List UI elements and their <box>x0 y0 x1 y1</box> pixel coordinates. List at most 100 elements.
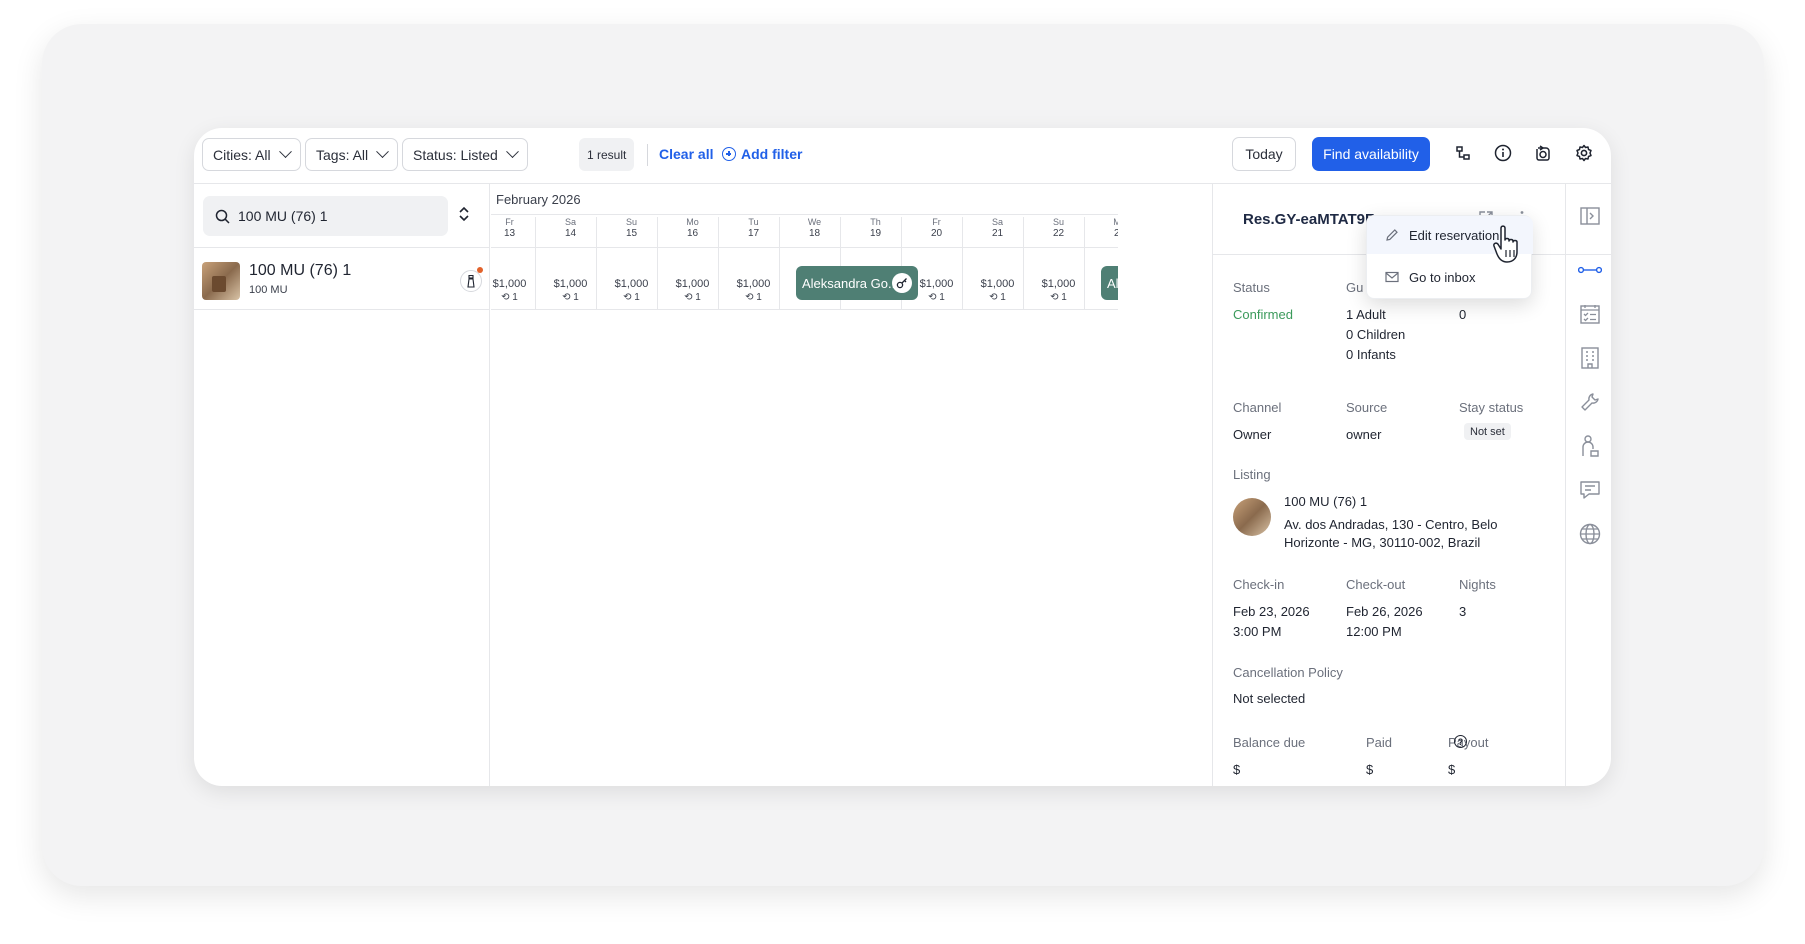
day-header: We 18 <box>779 217 849 247</box>
calendar-grid: February 2026 Fr 13 Sa 14 Su 15 Mo 16 Tu 17 W… <box>491 184 1118 786</box>
collapse-panel-icon[interactable] <box>1578 204 1602 228</box>
hierarchy-icon[interactable] <box>1452 142 1474 164</box>
listings-column: 100 MU (76) 1 100 MU (76) 1 100 MU <box>194 184 490 786</box>
listing-address-line-1: Av. dos Andradas, 130 - Centro, Belo <box>1284 517 1498 532</box>
find-availability-button[interactable]: Find availability <box>1312 137 1430 171</box>
divider <box>491 214 1118 215</box>
right-rail <box>1565 184 1611 786</box>
listing-subtitle: 100 MU <box>249 284 288 296</box>
listing-address-line-2: Horizonte - MG, 30110-002, Brazil <box>1284 535 1481 550</box>
status-value: Confirmed <box>1233 307 1293 322</box>
help-icon[interactable]: ? <box>1454 735 1467 748</box>
listing-row[interactable]: 100 MU (76) 1 100 MU <box>194 248 490 310</box>
info-icon[interactable] <box>1492 142 1514 164</box>
clear-all-link[interactable]: Clear all <box>659 146 713 162</box>
tags-filter[interactable]: Tags: All <box>305 138 399 171</box>
go-to-inbox-label: Go to inbox <box>1409 269 1476 285</box>
add-filter-button[interactable]: Add filter <box>722 146 802 162</box>
payout-value: $ <box>1448 762 1456 777</box>
checkin-label: Check-in <box>1233 577 1285 592</box>
day-header: Tu 17 <box>718 217 788 247</box>
status-filter[interactable]: Status: Listed <box>402 138 528 171</box>
guest-service-icon[interactable] <box>1578 434 1602 458</box>
day-header: Su 15 <box>596 217 666 247</box>
building-icon[interactable] <box>1578 346 1602 370</box>
tags-filter-label: Tags: All <box>316 146 369 163</box>
guests-extra-value: 0 <box>1459 307 1467 322</box>
filter-toolbar: Cities: All Tags: All Status: Listed 1 r… <box>194 128 1611 184</box>
cities-filter[interactable]: Cities: All <box>202 138 301 171</box>
reservation-timeline-icon[interactable] <box>1578 258 1602 282</box>
cancellation-value: Not selected <box>1233 691 1306 706</box>
calendar-cell[interactable]: $1,000 ⟲ 1 <box>718 248 788 310</box>
balance-value: $ <box>1233 762 1241 777</box>
globe-icon[interactable] <box>1578 522 1602 546</box>
stay-status-badge: Not set <box>1464 423 1511 440</box>
guests-adults: 1 Adult <box>1346 307 1386 322</box>
listing-thumbnail <box>202 262 240 300</box>
guests-children: 0 Children <box>1346 327 1406 342</box>
guests-label: Gu <box>1346 280 1364 295</box>
divider <box>1566 254 1611 255</box>
guests-infants: 0 Infants <box>1346 347 1396 362</box>
reservation-guest-name: Ale <box>1107 275 1118 291</box>
month-label: February 2026 <box>496 192 581 207</box>
balance-label: Balance due <box>1233 735 1306 750</box>
checkout-date: Feb 26, 2026 <box>1346 604 1423 619</box>
messages-icon[interactable] <box>1578 478 1602 502</box>
calendar-cell[interactable]: $1,000 ⟲ 1 <box>596 248 666 310</box>
mail-icon <box>1385 271 1399 283</box>
status-label: Status <box>1233 280 1270 295</box>
paid-label: Paid <box>1366 735 1393 750</box>
sync-icon[interactable] <box>1532 142 1554 164</box>
result-count-badge: 1 result <box>579 138 635 171</box>
day-header: Th 19 <box>840 217 910 247</box>
reservation-bar[interactable]: Ale <box>1101 266 1118 300</box>
checkin-time: 3:00 PM <box>1233 624 1282 639</box>
edit-reservation-label: Edit reservation <box>1409 227 1500 243</box>
calendar-cell[interactable]: $1,000 ⟲ 1 <box>535 248 605 310</box>
paid-value: $ <box>1366 762 1374 777</box>
listing-avatar <box>1233 498 1271 536</box>
cancellation-label: Cancellation Policy <box>1233 665 1343 680</box>
search-icon <box>215 209 230 224</box>
notification-dot <box>477 267 483 273</box>
add-filter-label: Add filter <box>741 146 803 162</box>
channel-label: Channel <box>1233 400 1282 415</box>
status-filter-label: Status: Listed <box>413 146 498 163</box>
day-header: Sa 21 <box>962 217 1032 247</box>
day-header: Sa 14 <box>535 217 605 247</box>
day-header: Mo23 <box>1084 217 1118 247</box>
listing-name: 100 MU (76) 1 <box>249 262 352 279</box>
gear-icon[interactable] <box>1573 142 1595 164</box>
sort-icon[interactable] <box>458 206 470 227</box>
reservation-bar[interactable]: Aleksandra Go... <box>796 266 918 300</box>
calendar-cell[interactable]: $1,000 ⟲ 1 <box>1023 248 1093 310</box>
cities-filter-label: Cities: All <box>213 146 271 163</box>
cleaning-spray-icon[interactable] <box>460 270 482 292</box>
app-window: Cities: All Tags: All Status: Listed 1 r… <box>194 128 1611 786</box>
listing-search-input[interactable]: 100 MU (76) 1 <box>203 196 448 236</box>
search-value: 100 MU (76) 1 <box>238 208 328 224</box>
nights-value: 3 <box>1459 604 1467 619</box>
wrench-icon[interactable] <box>1578 390 1602 414</box>
panel-listing-name[interactable]: 100 MU (76) 1 <box>1284 492 1367 512</box>
add-circle-icon <box>722 147 736 161</box>
day-header: Fr 20 <box>901 217 971 247</box>
checklist-icon[interactable] <box>1578 302 1602 326</box>
stay-status-label: Stay status <box>1459 400 1524 415</box>
checkout-label: Check-out <box>1346 577 1406 592</box>
checkin-date: Feb 23, 2026 <box>1233 604 1310 619</box>
reservation-guest-name: Aleksandra Go... <box>802 275 899 291</box>
source-value: owner <box>1346 427 1382 442</box>
checkout-time: 12:00 PM <box>1346 624 1402 639</box>
calendar-cell[interactable]: $1,000 ⟲ 1 <box>657 248 727 310</box>
calendar-cell[interactable]: $1,000 ⟲ 1 <box>962 248 1032 310</box>
chevron-down-icon <box>278 145 292 159</box>
today-button[interactable]: Today <box>1232 137 1296 171</box>
listing-label: Listing <box>1233 467 1271 482</box>
source-label: Source <box>1346 400 1388 415</box>
key-icon <box>892 273 912 293</box>
chevron-down-icon <box>505 145 519 159</box>
nights-label: Nights <box>1459 577 1496 592</box>
